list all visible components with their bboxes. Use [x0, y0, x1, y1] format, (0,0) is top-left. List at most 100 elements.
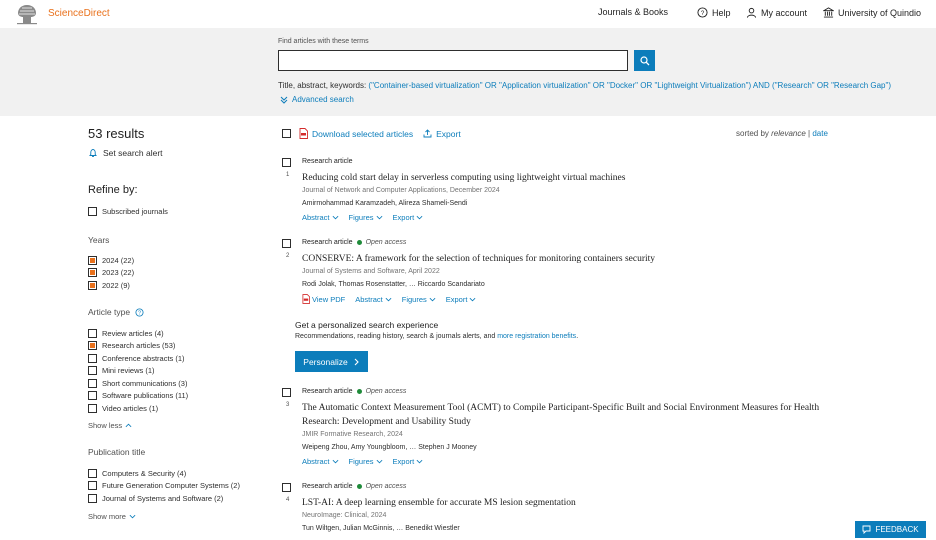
- export-button[interactable]: Export: [423, 129, 461, 139]
- result-title-link[interactable]: LST-AI: A deep learning ensemble for acc…: [302, 496, 842, 510]
- abstract-toggle[interactable]: Abstract: [302, 213, 339, 222]
- article-type-filter[interactable]: Software publications (11): [88, 391, 188, 400]
- advanced-search-link[interactable]: Advanced search: [280, 95, 354, 104]
- result-type-label: Research article: [302, 483, 353, 490]
- sort-relevance[interactable]: relevance: [771, 129, 806, 138]
- elsevier-tree-logo[interactable]: [14, 3, 40, 25]
- year-2023-checkbox[interactable]: [88, 268, 97, 277]
- article-type-filter[interactable]: Conference abstracts (1): [88, 354, 185, 363]
- article-type-filter[interactable]: Video articles (1): [88, 404, 158, 413]
- article-type-checkbox[interactable]: [88, 341, 97, 350]
- year-filter-label: 2023 (22): [102, 268, 135, 277]
- subscribed-journals-filter[interactable]: Subscribed journals: [88, 207, 168, 216]
- chevron-down-icon: [385, 297, 392, 301]
- article-type-filter[interactable]: Mini reviews (1): [88, 366, 155, 375]
- result-actions: View PDF Abstract Figures Export: [302, 294, 476, 304]
- year-2024-checkbox[interactable]: [88, 256, 97, 265]
- show-more-link[interactable]: Show more: [88, 512, 136, 521]
- results-count: 53 results: [88, 126, 145, 141]
- result-journal: NeuroImage: Clinical, 2024: [302, 512, 387, 519]
- result-type-label: Research article: [302, 388, 353, 395]
- article-type-filter[interactable]: Review articles (4): [88, 329, 164, 338]
- help-label: Help: [712, 7, 731, 18]
- search-button[interactable]: [634, 50, 655, 71]
- query-terms[interactable]: ("Container-based virtualization" OR "Ap…: [368, 81, 891, 90]
- info-icon[interactable]: ?: [135, 307, 144, 317]
- figures-toggle[interactable]: Figures: [402, 294, 436, 304]
- sciencedirect-brand[interactable]: ScienceDirect: [48, 8, 110, 19]
- promo-text-body: Recommendations, reading history, search…: [295, 333, 498, 340]
- personalize-button[interactable]: Personalize: [295, 351, 368, 372]
- chevron-up-icon: [125, 423, 132, 428]
- article-type-filter-label: Video articles (1): [102, 404, 159, 413]
- set-search-alert-link[interactable]: Set search alert: [88, 148, 163, 158]
- abstract-label: Abstract: [302, 213, 330, 222]
- select-all-checkbox[interactable]: [282, 129, 291, 138]
- article-type-filter[interactable]: Short communications (3): [88, 379, 187, 388]
- publication-filter[interactable]: Future Generation Computer Systems (2): [88, 481, 240, 490]
- export-toggle[interactable]: Export: [393, 213, 424, 222]
- institution-link[interactable]: University of Quindio: [823, 7, 921, 18]
- export-toggle[interactable]: Export: [393, 457, 424, 466]
- year-filter-2022[interactable]: 2022 (9): [88, 281, 130, 290]
- year-2022-checkbox[interactable]: [88, 281, 97, 290]
- feedback-button[interactable]: FEEDBACK: [855, 521, 926, 538]
- publication-filter-label: Computers & Security (4): [102, 469, 187, 478]
- download-selected-label: Download selected articles: [312, 128, 414, 139]
- result-checkbox[interactable]: [282, 483, 291, 492]
- export-toggle[interactable]: Export: [446, 294, 477, 304]
- result-title-link[interactable]: The Automatic Context Measurement Tool (…: [302, 401, 842, 429]
- sort-date-link[interactable]: date: [812, 129, 828, 138]
- subscribed-journals-checkbox[interactable]: [88, 207, 97, 216]
- publication-checkbox[interactable]: [88, 481, 97, 490]
- result-actions: Abstract Figures Export: [302, 457, 423, 466]
- result-checkbox[interactable]: [282, 388, 291, 397]
- article-type-filter-label: Conference abstracts (1): [102, 354, 185, 363]
- year-filter-2023[interactable]: 2023 (22): [88, 268, 134, 277]
- download-selected-button[interactable]: Download selected articles: [299, 128, 413, 139]
- personalize-promo-title: Get a personalized search experience: [295, 320, 439, 330]
- years-label: Years: [88, 235, 110, 245]
- result-checkbox[interactable]: [282, 239, 291, 248]
- chevron-down-icon: [416, 215, 423, 220]
- result-checkbox[interactable]: [282, 158, 291, 167]
- result-type-label: Research article: [302, 239, 353, 246]
- pdf-icon: [299, 128, 308, 139]
- article-type-checkbox[interactable]: [88, 379, 97, 388]
- article-type-checkbox[interactable]: [88, 404, 97, 413]
- article-type-checkbox[interactable]: [88, 366, 97, 375]
- show-less-label: Show less: [88, 421, 123, 430]
- result-authors: Amirmohammad Karamzadeh, Alireza Shameli…: [302, 200, 468, 207]
- year-filter-2024[interactable]: 2024 (22): [88, 256, 134, 265]
- article-type-checkbox[interactable]: [88, 329, 97, 338]
- publication-filter[interactable]: Journal of Systems and Software (2): [88, 494, 223, 503]
- top-navigation: ScienceDirect Journals & Books ? Help My…: [0, 0, 936, 28]
- article-type-checkbox[interactable]: [88, 354, 97, 363]
- abstract-toggle[interactable]: Abstract: [355, 294, 392, 304]
- help-link[interactable]: ? Help: [697, 7, 731, 18]
- chevron-down-icon: [416, 459, 423, 464]
- figures-toggle[interactable]: Figures: [349, 457, 383, 466]
- view-pdf-label: View PDF: [312, 294, 346, 304]
- publication-filter[interactable]: Computers & Security (4): [88, 469, 186, 478]
- result-title-link[interactable]: Reducing cold start delay in serverless …: [302, 171, 842, 185]
- show-less-link[interactable]: Show less: [88, 421, 132, 430]
- article-type-filter-label: Software publications (11): [102, 391, 189, 400]
- result-type: Research article Open access: [302, 388, 406, 395]
- my-account-link[interactable]: My account: [746, 7, 807, 18]
- search-terms-input[interactable]: [278, 50, 628, 71]
- chevron-down-icon: [376, 215, 382, 220]
- chat-bubble-icon: [862, 525, 871, 534]
- registration-benefits-link[interactable]: more registration benefits: [497, 333, 576, 340]
- figures-label: Figures: [348, 213, 374, 222]
- publication-checkbox[interactable]: [88, 494, 97, 503]
- view-pdf-link[interactable]: View PDF: [302, 294, 345, 304]
- journals-books-link[interactable]: Journals & Books: [598, 7, 668, 17]
- result-authors: Weipeng Zhou, Amy Youngbloom, … Stephen …: [302, 444, 477, 451]
- result-title-link[interactable]: CONSERVE: A framework for the selection …: [302, 252, 842, 266]
- publication-checkbox[interactable]: [88, 469, 97, 478]
- figures-toggle[interactable]: Figures: [349, 213, 383, 222]
- article-type-checkbox[interactable]: [88, 391, 97, 400]
- abstract-toggle[interactable]: Abstract: [302, 457, 339, 466]
- article-type-filter[interactable]: Research articles (53): [88, 341, 175, 350]
